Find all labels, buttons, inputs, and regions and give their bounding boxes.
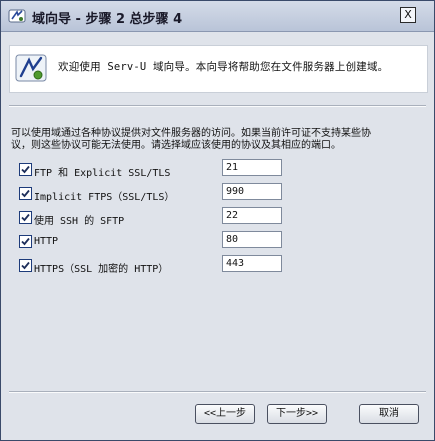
title-bar: 域向导 - 步骤 2 总步骤 4 X <box>1 1 434 32</box>
sftp-label: 使用 SSH 的 SFTP <box>34 216 125 227</box>
wizard-icon <box>8 9 26 23</box>
implicit-ftps-label: Implicit FTPS（SSL/TLS） <box>34 192 175 203</box>
sftp-checkbox[interactable] <box>19 211 32 224</box>
checkmark-icon <box>21 189 30 198</box>
protocol-description: 可以使用域通过各种协议提供对文件服务器的访问。如果当前许可证不支持某些协 议，则… <box>11 128 426 152</box>
welcome-text: 欢迎使用 Serv-U 域向导。本向导将帮助您在文件服务器上创建域。 <box>58 61 389 73</box>
implicit-ftps-checkbox[interactable] <box>19 187 32 200</box>
sftp-port-input[interactable]: 22 <box>222 207 282 224</box>
checkmark-icon <box>21 213 30 222</box>
close-button[interactable]: X <box>400 7 416 23</box>
ftp-port-input[interactable]: 21 <box>222 159 282 176</box>
description-line-2: 议，则这些协议可能无法使用。请选择域应该使用的协议及其相应的端口。 <box>11 140 341 151</box>
description-line-1: 可以使用域通过各种协议提供对文件服务器的访问。如果当前许可证不支持某些协 <box>11 128 371 139</box>
http-label: HTTP <box>34 236 59 247</box>
cancel-button[interactable]: 取消 <box>359 404 419 424</box>
divider <box>9 105 426 107</box>
ftp-label: FTP 和 Explicit SSL/TLS <box>34 168 171 179</box>
ftp-checkbox[interactable] <box>19 163 32 176</box>
welcome-banner: 欢迎使用 Serv-U 域向导。本向导将帮助您在文件服务器上创建域。 <box>9 45 428 93</box>
http-port-input[interactable]: 80 <box>222 231 282 248</box>
checkmark-icon <box>21 237 30 246</box>
next-button[interactable]: 下一步>> <box>267 404 327 424</box>
checkmark-icon <box>21 261 30 270</box>
back-button[interactable]: <<上一步 <box>195 404 255 424</box>
http-checkbox[interactable] <box>19 235 32 248</box>
https-checkbox[interactable] <box>19 259 32 272</box>
https-label: HTTPS（SSL 加密的 HTTP） <box>34 264 169 275</box>
window-title: 域向导 - 步骤 2 总步骤 4 <box>32 12 183 27</box>
footer-divider <box>9 391 426 393</box>
wizard-window: 域向导 - 步骤 2 总步骤 4 X 欢迎使用 Serv-U 域向导。本向导将帮… <box>0 0 435 441</box>
implicit-ftps-port-input[interactable]: 990 <box>222 183 282 200</box>
https-port-input[interactable]: 443 <box>222 255 282 272</box>
checkmark-icon <box>21 165 30 174</box>
serv-u-wizard-icon <box>15 54 47 82</box>
